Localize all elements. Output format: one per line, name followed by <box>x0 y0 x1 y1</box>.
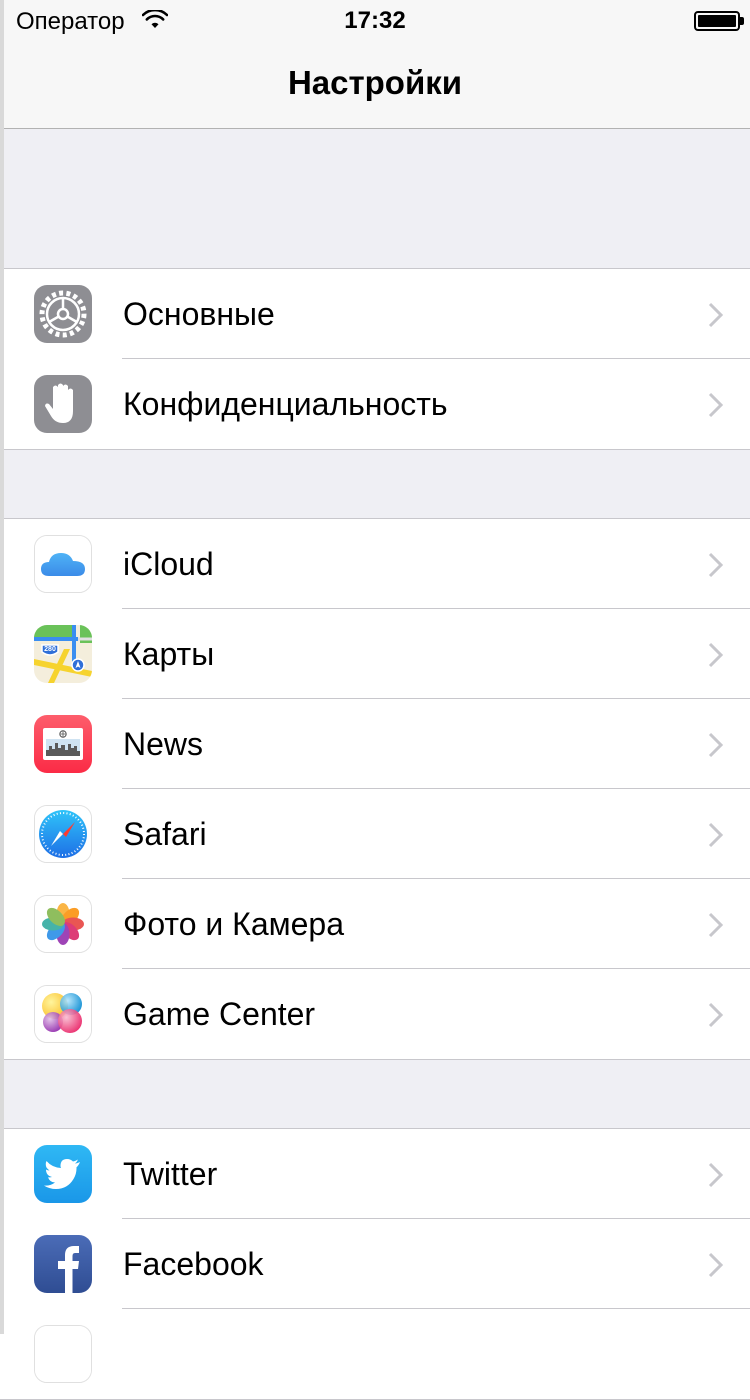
chevron-right-icon <box>708 642 724 673</box>
row-label: Фото и Камера <box>123 906 344 942</box>
settings-row-game-center[interactable]: Game Center <box>0 969 750 1059</box>
settings-row-maps[interactable]: 280 Карты <box>0 609 750 699</box>
photos-icon <box>34 895 92 953</box>
settings-group-accounts: Twitter Facebook <box>0 1128 750 1400</box>
settings-row-privacy[interactable]: Конфиденциальность <box>0 359 750 449</box>
maps-shield-text: 280 <box>44 646 56 653</box>
gear-icon <box>34 285 92 343</box>
battery-fill <box>698 15 736 27</box>
settings-group-system: Основные Конфиденциальность <box>0 268 750 450</box>
safari-icon <box>34 805 92 863</box>
row-label: Конфиденциальность <box>123 386 448 422</box>
settings-row-twitter[interactable]: Twitter <box>0 1129 750 1219</box>
news-icon <box>34 715 92 773</box>
chevron-right-icon <box>708 912 724 943</box>
window-edge <box>0 0 4 1334</box>
battery-icon <box>694 11 740 31</box>
chevron-right-icon <box>708 732 724 763</box>
row-label: Facebook <box>123 1246 264 1282</box>
settings-row-safari[interactable]: Safari <box>0 789 750 879</box>
row-label: iCloud <box>123 546 214 582</box>
chevron-right-icon <box>708 302 724 333</box>
settings-row-facebook[interactable]: Facebook <box>0 1219 750 1309</box>
row-label: Game Center <box>123 996 316 1032</box>
row-label: Основные <box>123 296 275 332</box>
battery-tip <box>740 17 744 25</box>
chevron-right-icon <box>708 1002 724 1033</box>
navigation-bar: Настройки <box>0 40 750 129</box>
row-label: Карты <box>123 636 215 672</box>
row-label: Twitter <box>123 1156 218 1192</box>
settings-row-icloud[interactable]: iCloud <box>0 519 750 609</box>
chevron-right-icon <box>708 1252 724 1283</box>
clock: 17:32 <box>344 7 406 34</box>
chevron-right-icon <box>708 1162 724 1193</box>
game-center-icon <box>34 985 92 1043</box>
page-title: Настройки <box>287 64 463 101</box>
icloud-icon <box>34 535 92 593</box>
settings-row-partial[interactable] <box>0 1309 750 1399</box>
chevron-right-icon <box>708 552 724 583</box>
status-bar: Оператор 17:32 <box>0 0 750 40</box>
maps-icon: 280 <box>34 625 92 683</box>
facebook-icon <box>34 1235 92 1293</box>
chevron-right-icon <box>708 822 724 853</box>
hand-icon <box>34 375 92 433</box>
settings-group-apps: iCloud 280 Карты News Safari Фото и Каме… <box>0 518 750 1060</box>
row-label: News <box>123 726 204 762</box>
settings-row-news[interactable]: News <box>0 699 750 789</box>
twitter-icon <box>34 1145 92 1203</box>
settings-row-general[interactable]: Основные <box>0 269 750 359</box>
chevron-right-icon <box>708 392 724 423</box>
settings-row-photos-camera[interactable]: Фото и Камера <box>0 879 750 969</box>
row-label: Safari <box>123 816 207 852</box>
